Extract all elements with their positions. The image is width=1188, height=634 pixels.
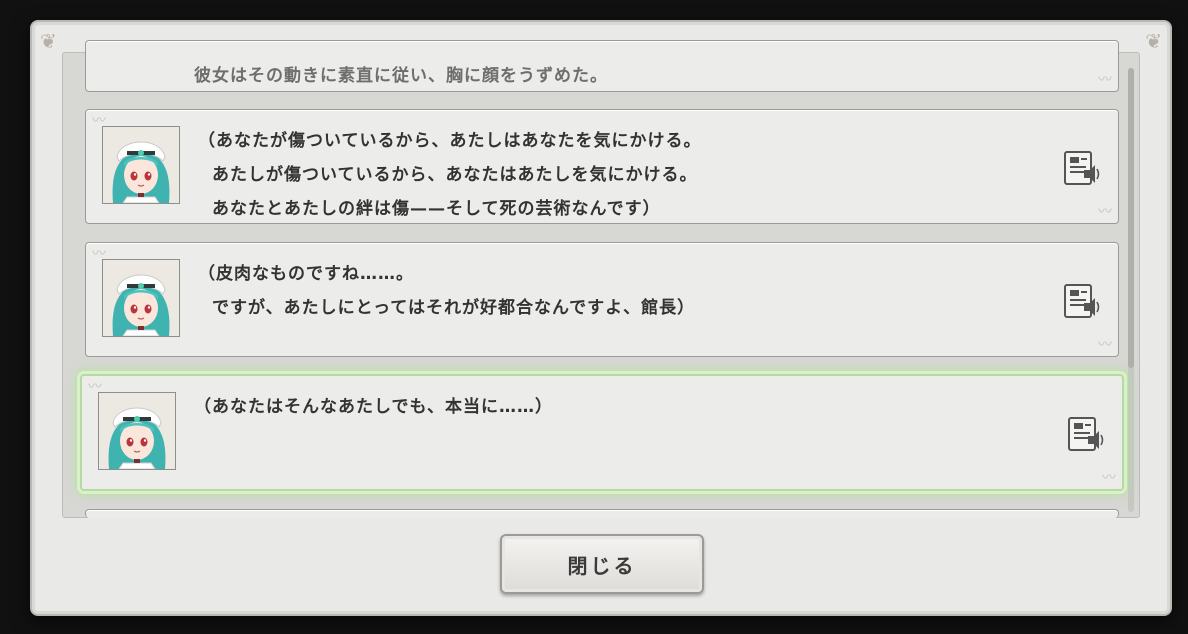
log-line: あたしが傷ついているから、あなたはあたしを気にかける。 bbox=[212, 165, 698, 185]
ornament-icon: 〰 bbox=[1098, 337, 1112, 353]
character-portrait bbox=[102, 126, 180, 204]
nurse-girl-portrait-icon bbox=[99, 393, 175, 469]
voice-replay-icon bbox=[1064, 151, 1100, 185]
voice-replay-button[interactable] bbox=[1066, 416, 1106, 454]
voice-replay-icon bbox=[1064, 284, 1100, 318]
character-portrait bbox=[98, 392, 176, 470]
voice-replay-icon bbox=[1068, 417, 1104, 451]
ornament-icon: 〰 bbox=[1102, 470, 1116, 486]
log-text: （皮肉なものですね……。 ですが、あたしにとってはそれが好都合なんですよ、館長） bbox=[198, 257, 1038, 325]
log-entry: 彼女はその動きに素直に従い、胸に顔をうずめた。 〰 bbox=[85, 40, 1119, 92]
ornament-icon: 〰 bbox=[1098, 72, 1112, 88]
voice-replay-button[interactable] bbox=[1062, 283, 1102, 321]
log-entry bbox=[85, 509, 1119, 518]
log-entry: 〰 （皮肉なものですね……。 ですが、あたしにとってはそれが好都合なんですよ、館… bbox=[85, 242, 1119, 357]
nurse-girl-portrait-icon bbox=[103, 260, 179, 336]
ornament-icon: 〰 bbox=[1098, 204, 1112, 220]
log-line: ですが、あたしにとってはそれが好都合なんですよ、館長） bbox=[212, 298, 696, 318]
log-line: 彼女はその動きに素直に従い、胸に顔をうずめた。 bbox=[194, 66, 608, 86]
close-button-label: 閉じる bbox=[567, 553, 637, 578]
log-entry-current: 〰 （あなたはそんなあたしでも、本当に……） 〰 bbox=[80, 374, 1124, 491]
log-line: （あなたが傷ついているから、あたしはあなたを気にかける。 bbox=[198, 131, 702, 151]
nurse-girl-portrait-icon bbox=[103, 127, 179, 203]
scrollbar-thumb[interactable] bbox=[1128, 68, 1134, 368]
log-line: （あなたはそんなあたしでも、本当に……） bbox=[194, 397, 553, 417]
log-text: （あなたが傷ついているから、あたしはあなたを気にかける。 あたしが傷ついているか… bbox=[198, 124, 1038, 226]
log-text: （あなたはそんなあたしでも、本当に……） bbox=[194, 390, 1042, 424]
close-button[interactable]: 閉じる bbox=[500, 534, 704, 594]
voice-replay-button[interactable] bbox=[1062, 150, 1102, 188]
character-portrait bbox=[102, 259, 180, 337]
log-line: （皮肉なものですね……。 bbox=[198, 264, 414, 284]
log-line: あなたとあたしの絆は傷——そして死の芸術なんです） bbox=[212, 199, 661, 219]
log-entry: 〰 （あなたが傷ついているから、あたしはあなたを気にかける。 あたしが傷ついてい… bbox=[85, 109, 1119, 224]
